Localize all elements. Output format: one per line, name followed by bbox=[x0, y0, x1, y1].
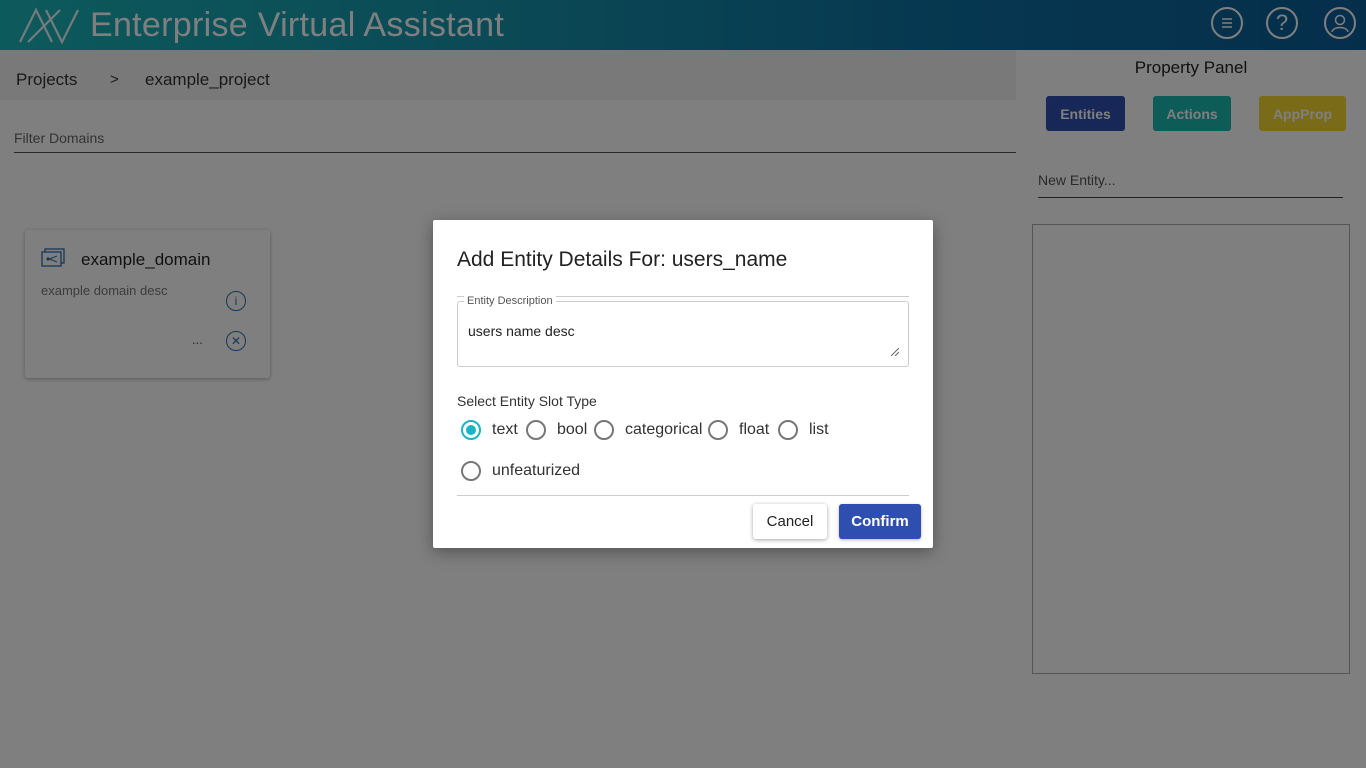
radio-icon[interactable] bbox=[594, 420, 614, 440]
radio-icon[interactable] bbox=[461, 461, 481, 481]
slot-option-label: bool bbox=[557, 421, 588, 438]
slot-option-label: categorical bbox=[625, 421, 703, 438]
slot-type-label: Select Entity Slot Type bbox=[457, 393, 597, 409]
slot-option-categorical[interactable]: categorical bbox=[594, 420, 702, 440]
entity-details-dialog: Add Entity Details For: users_name Entit… bbox=[433, 220, 933, 548]
entity-description-value[interactable]: users name desc bbox=[468, 323, 575, 339]
slot-option-label: float bbox=[739, 421, 770, 438]
radio-icon[interactable] bbox=[708, 420, 728, 440]
radio-icon[interactable] bbox=[778, 420, 798, 440]
dialog-title: Add Entity Details For: users_name bbox=[457, 248, 788, 271]
radio-checked-icon[interactable] bbox=[461, 420, 481, 440]
slot-option-label: unfeaturized bbox=[492, 462, 581, 479]
confirm-button[interactable]: Confirm bbox=[839, 504, 921, 539]
slot-option-label: list bbox=[809, 421, 829, 438]
entity-description-label: Entity Description bbox=[464, 295, 556, 307]
slot-option-bool[interactable]: bool bbox=[526, 420, 587, 440]
cancel-button[interactable]: Cancel bbox=[753, 504, 827, 539]
resize-handle-icon[interactable] bbox=[891, 348, 899, 356]
slot-option-unfeaturized[interactable]: unfeaturized bbox=[461, 461, 580, 481]
slot-option-float[interactable]: float bbox=[708, 420, 769, 440]
slot-option-text[interactable]: text bbox=[461, 420, 518, 440]
slot-option-list[interactable]: list bbox=[778, 420, 829, 440]
slot-option-label: text bbox=[492, 421, 518, 438]
radio-icon[interactable] bbox=[526, 420, 546, 440]
divider bbox=[457, 495, 909, 496]
entity-description-field[interactable]: Entity Description users name desc bbox=[457, 295, 909, 367]
